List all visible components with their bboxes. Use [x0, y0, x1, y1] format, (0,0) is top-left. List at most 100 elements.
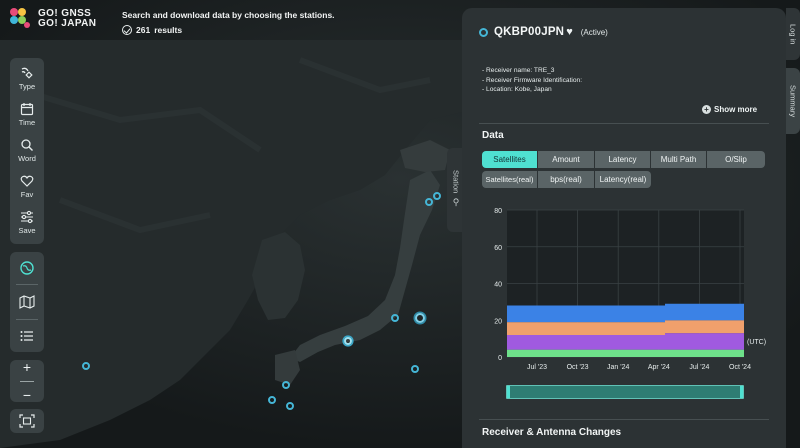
selected-station-marker[interactable] [344, 337, 352, 345]
tab-satellites-real[interactable]: Satellites(real) [482, 171, 538, 188]
realtime-tabs: Satellites(real) bps(real) Latency(real) [482, 171, 651, 188]
toolbar-divider [16, 284, 38, 286]
heart-outline-icon [20, 175, 34, 187]
satellites-chart: 0 20 40 60 80 Jul '23 Oct '23 Jan '24 Apr '24 Jul… [482, 202, 772, 380]
globe-view-button[interactable] [10, 253, 44, 283]
login-label: Log in [788, 23, 798, 45]
calendar-icon [20, 102, 34, 115]
station-marker[interactable] [425, 198, 433, 206]
time-range-scrubber[interactable] [506, 385, 744, 399]
series-area [507, 320, 744, 335]
fit-view-toolbar [10, 409, 44, 433]
word-label: Word [18, 153, 36, 163]
station-marker[interactable] [82, 362, 90, 370]
series-area [507, 333, 744, 350]
station-code: QKBP00JPN [494, 26, 565, 38]
section-divider [479, 419, 769, 420]
filter-toolbar: Type Time Word Fav Save [10, 58, 44, 244]
list-icon [20, 331, 33, 342]
view-toolbar [10, 252, 44, 352]
y-tick-label: 0 [498, 355, 502, 362]
list-view-button[interactable] [10, 321, 44, 351]
station-marker-cluster[interactable] [415, 313, 425, 323]
scrubber-right-handle[interactable] [740, 386, 743, 398]
station-marker[interactable] [391, 314, 399, 322]
y-tick-label: 40 [494, 282, 502, 289]
station-marker[interactable] [268, 396, 276, 404]
section-divider [479, 123, 769, 124]
station-detail-panel: QKBP00JPN ♥ (Active) - Receiver name: TR… [462, 8, 786, 448]
scrubber-left-handle[interactable] [507, 386, 510, 398]
chart-svg: 0 20 40 60 80 Jul '23 Oct '23 Jan '24 Apr '24 Jul… [494, 208, 766, 371]
type-label: Type [18, 81, 36, 91]
satellite-icon [21, 67, 33, 79]
tab-oslip[interactable]: O/Slip [707, 151, 765, 168]
zoom-out-button[interactable]: − [10, 387, 44, 402]
pin-icon: ⚲ [452, 197, 460, 208]
unit-label: (UTC) [747, 339, 766, 346]
toolbar-divider [16, 318, 38, 320]
check-icon [122, 25, 132, 35]
summary-label: Summary [788, 84, 798, 118]
show-more-button[interactable]: + Show more [702, 105, 757, 114]
tab-latency[interactable]: Latency [595, 151, 651, 168]
station-tab-label: Station [451, 170, 461, 194]
station-ring-icon [479, 27, 488, 37]
y-tick-label: 60 [494, 245, 502, 252]
map-view-button[interactable] [10, 287, 44, 317]
zoom-controls: + − [10, 360, 44, 402]
tab-amount[interactable]: Amount [538, 151, 595, 168]
data-section-title: Data [482, 130, 504, 141]
results-count: 261 results [122, 25, 182, 35]
favorite-heart-icon[interactable]: ♥ [566, 27, 573, 38]
results-number: 261 [136, 25, 151, 35]
station-status: (Active) [580, 27, 608, 37]
type-filter-button[interactable]: Type [10, 60, 44, 96]
tab-latency-real[interactable]: Latency(real) [595, 171, 651, 188]
station-marker[interactable] [286, 402, 294, 410]
x-tick-label: Apr '24 [648, 364, 670, 371]
series-area [507, 349, 744, 357]
logo-line-2: GO! JAPAN [38, 18, 97, 29]
fit-view-button[interactable] [10, 414, 44, 428]
station-marker[interactable] [433, 192, 441, 200]
save-filter-button[interactable]: Save [10, 204, 44, 240]
location: - Location: Kobe, Japan [482, 86, 552, 94]
tab-multi-path[interactable]: Multi Path [651, 151, 707, 168]
save-label: Save [18, 225, 36, 235]
search-icon [21, 138, 33, 151]
fav-filter-button[interactable]: Fav [10, 168, 44, 204]
fit-screen-icon [19, 414, 35, 428]
zoom-divider [20, 380, 34, 382]
results-label: results [154, 25, 183, 35]
logo-icon [10, 8, 32, 30]
x-tick-label: Oct '24 [729, 364, 751, 371]
app-logo[interactable]: GO! GNSS GO! JAPAN [10, 8, 96, 30]
station-marker[interactable] [282, 381, 290, 389]
tab-satellites[interactable]: Satellites [482, 151, 538, 168]
show-more-label: Show more [714, 105, 758, 114]
station-header: QKBP00JPN ♥ (Active) [479, 26, 608, 38]
y-tick-label: 20 [494, 318, 502, 325]
time-label: Time [18, 117, 36, 127]
word-filter-button[interactable]: Word [10, 132, 44, 168]
globe-icon [20, 261, 34, 275]
tab-bps-real[interactable]: bps(real) [538, 171, 595, 188]
data-tabs: Satellites Amount Latency Multi Path O/S… [482, 151, 765, 168]
sliders-icon [21, 210, 33, 223]
station-info: - Receiver name: TRE_3 - Receiver Firmwa… [482, 66, 582, 95]
time-filter-button[interactable]: Time [10, 96, 44, 132]
firmware-id: - Receiver Firmware Identification: [482, 76, 583, 84]
summary-tab[interactable]: Summary [786, 68, 800, 134]
series-area [507, 303, 744, 323]
logo-text: GO! GNSS GO! JAPAN [38, 9, 96, 29]
plus-icon: + [702, 105, 711, 114]
fav-label: Fav [20, 189, 34, 199]
receiver-section-title: Receiver & Antenna Changes [482, 427, 622, 438]
station-marker[interactable] [411, 365, 419, 373]
y-tick-label: 80 [494, 208, 502, 215]
x-tick-label: Jan '24 [607, 364, 629, 371]
login-tab[interactable]: Log in [786, 8, 800, 60]
x-tick-label: Jul '24 [689, 364, 709, 371]
zoom-in-button[interactable]: + [10, 360, 44, 375]
